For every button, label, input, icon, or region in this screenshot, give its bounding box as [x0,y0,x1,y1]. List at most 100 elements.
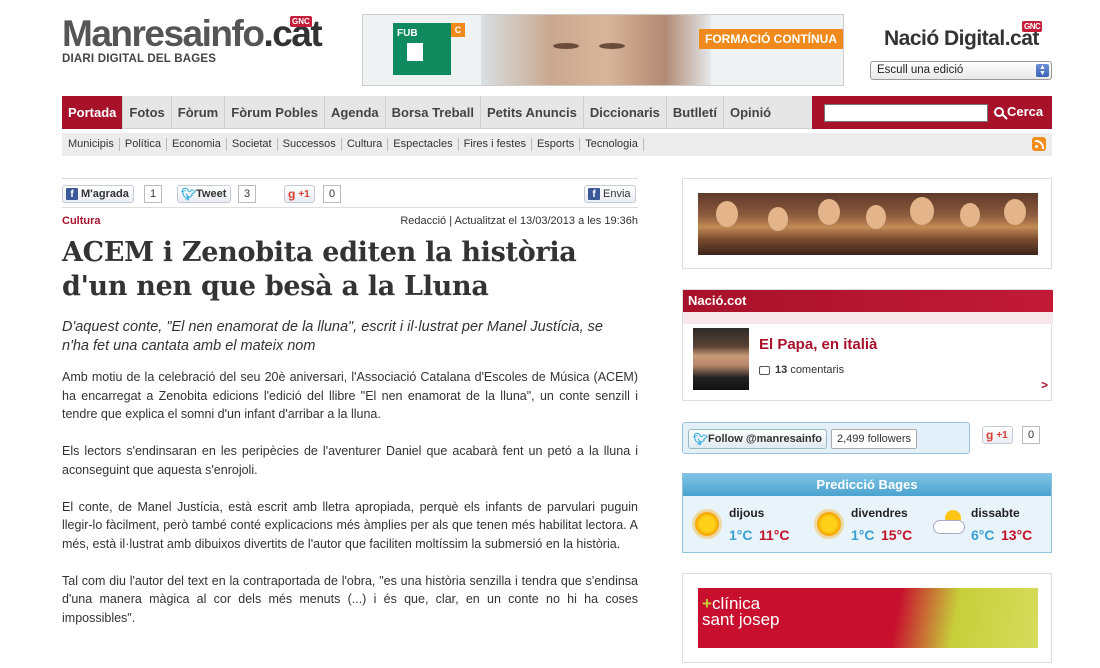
search-button-label: Cerca [1007,104,1044,119]
author-photo[interactable] [693,328,749,390]
naciocot-widget: Nació.cot El Papa, en italià 13 comentar… [682,289,1053,401]
article-meta: Cultura Redacció | Actualitzat el 13/03/… [62,215,638,231]
sun-icon [695,512,719,536]
nav-item-borsa-treball[interactable]: Borsa Treball [386,96,481,129]
twitter-bird-icon: 🐦︎ [693,432,709,446]
nav-item-butlleti[interactable]: Butlletí [667,96,724,129]
facebook-icon: f [66,188,78,200]
logo-main-text: Manresainfo [62,13,265,54]
article-body: Amb motiu de la celebració del seu 20è a… [62,368,638,646]
search-input[interactable] [824,104,988,122]
article-byline: Redacció | Actualitzat el 13/03/2013 a l… [400,215,638,227]
like-count: 1 [144,185,163,203]
subnav-item-fires-festes[interactable]: Fires i festes [459,138,532,151]
clinica-line2: sant josep [702,610,780,629]
nacio-badge: GNC [1022,21,1043,32]
twitter-bird-icon: 🐦︎ [181,187,197,201]
chevron-right-icon[interactable]: > [1041,378,1048,392]
subnav-item-esports[interactable]: Esports [532,138,581,151]
rss-icon[interactable] [1032,137,1046,151]
nav-item-agenda[interactable]: Agenda [325,96,386,129]
tweet-label: Tweet [196,188,227,200]
send-label: Envia [603,188,631,200]
logo-tagline: DIARI DIGITAL DEL BAGES [62,53,217,65]
site-logo[interactable]: Manresainfo.cat GNC DIARI DIGITAL DEL BA… [62,13,323,66]
select-arrows-icon: ▲ ▼ [1036,64,1049,77]
fub-logo: FUB [393,23,451,75]
edition-select[interactable]: Escull una edició ▲ ▼ [870,61,1052,80]
nav-item-forum[interactable]: Fòrum [172,96,226,129]
gplus-label: +1 [298,188,310,200]
google-plus-button[interactable]: g +1 [284,185,315,203]
article-paragraph: El conte, de Manel Justícia, està escrit… [62,499,638,551]
nav-item-portada[interactable]: Portada [62,96,124,129]
naciocot-header[interactable]: Nació.cot [683,290,1053,318]
subnav-item-tecnologia[interactable]: Tecnologia [580,138,644,151]
subnav-item-societat[interactable]: Societat [227,138,278,151]
top-ad-banner[interactable]: FUB C FORMACIÓ CONTÍNUA [362,14,844,86]
search-icon [994,106,1004,117]
subnav-item-economia[interactable]: Economia [167,138,227,151]
weather-day-name: divendres [851,506,908,520]
weather-day: dissabte 6°C 13°C [931,504,1041,548]
nav-item-petits-anuncis[interactable]: Petits Anuncis [481,96,584,129]
subnav-item-municipis[interactable]: Municipis [62,138,120,151]
naciocot-title[interactable]: El Papa, en italià [759,336,877,353]
weather-min: 6°C [971,527,995,543]
twitter-follow-button[interactable]: 🐦︎ Follow @manresainfo [688,429,828,449]
tweet-button[interactable]: 🐦︎ Tweet [177,185,232,203]
search-bar: Cerca [812,96,1052,129]
gplus-label: +1 [996,429,1008,441]
weather-day: dijous 1°C 11°C [689,504,799,548]
nacio-logo-text: Nació Digital [884,27,1005,50]
subnav-item-espectacles[interactable]: Espectacles [388,138,459,151]
facebook-like-button[interactable]: f M'agrada [62,185,134,203]
google-plus-button[interactable]: g +1 [982,426,1013,444]
nav-item-fotos[interactable]: Fotos [123,96,172,129]
followers-count: 2,499 followers [831,429,917,449]
weather-min: 1°C [729,527,753,543]
nav-item-opinio[interactable]: Opinió [724,96,777,129]
subnav-item-successos[interactable]: Successos [278,138,342,151]
google-plus-icon: g [288,187,296,201]
comment-icon [759,365,770,375]
article-category[interactable]: Cultura [62,215,101,227]
subnav-item-politica[interactable]: Política [120,138,167,151]
nav-item-diccionaris[interactable]: Diccionaris [584,96,667,129]
tweet-count: 3 [238,185,257,203]
main-nav: Portada Fotos Fòrum Fòrum Pobles Agenda … [62,96,1052,129]
clinica-ad-banner[interactable]: +clínica sant josep [682,573,1052,663]
weather-max: 13°C [1001,527,1033,543]
weather-max: 11°C [759,527,790,543]
weather-day-name: dissabte [971,506,1020,520]
weather-min: 1°C [851,527,875,543]
banner-label: FORMACIÓ CONTÍNUA [699,29,843,49]
search-button[interactable]: Cerca [994,104,1043,119]
follow-label: Follow @manresainfo [708,433,823,445]
gplus-count: 0 [1022,426,1041,444]
weather-title: Predicció Bages [683,474,1051,496]
sidebar-ad-banner[interactable] [682,178,1052,269]
logo-badge: GNC [290,16,312,27]
article-paragraph: Els lectors s'endinsaran en les peripèci… [62,444,638,477]
weather-day: divendres 1°C 15°C [811,504,921,548]
sun-icon [817,512,841,536]
nav-item-forum-pobles[interactable]: Fòrum Pobles [225,96,325,129]
twitter-follow-box: 🐦︎ Follow @manresainfo 2,499 followers [682,422,970,454]
section-nav: Municipis Política Economia Societat Suc… [62,133,1052,156]
comments-label: comentaris [790,364,845,376]
like-label: M'agrada [81,188,129,200]
fub-logo-text: FUB [397,28,418,39]
weather-max: 15°C [881,527,913,543]
facebook-send-button[interactable]: f Envia [584,185,636,203]
comments-count: 13 [775,364,788,376]
social-share-bar: f M'agrada 1 🐦︎ Tweet 3 g +1 0 f Envia [62,178,638,208]
weather-widget: Predicció Bages dijous 1°C 11°C divendre… [682,473,1052,553]
edition-select-value: Escull una edició [877,64,964,76]
article-paragraph: Amb motiu de la celebració del seu 20è a… [62,370,638,421]
naciocot-comments[interactable]: 13 comentaris [759,364,844,376]
subnav-item-cultura[interactable]: Cultura [342,138,389,151]
nacio-digital-logo[interactable]: Nació Digital.cat GNC [884,21,1043,51]
facebook-icon: f [588,188,600,200]
fub-c-mark: C [451,23,465,37]
